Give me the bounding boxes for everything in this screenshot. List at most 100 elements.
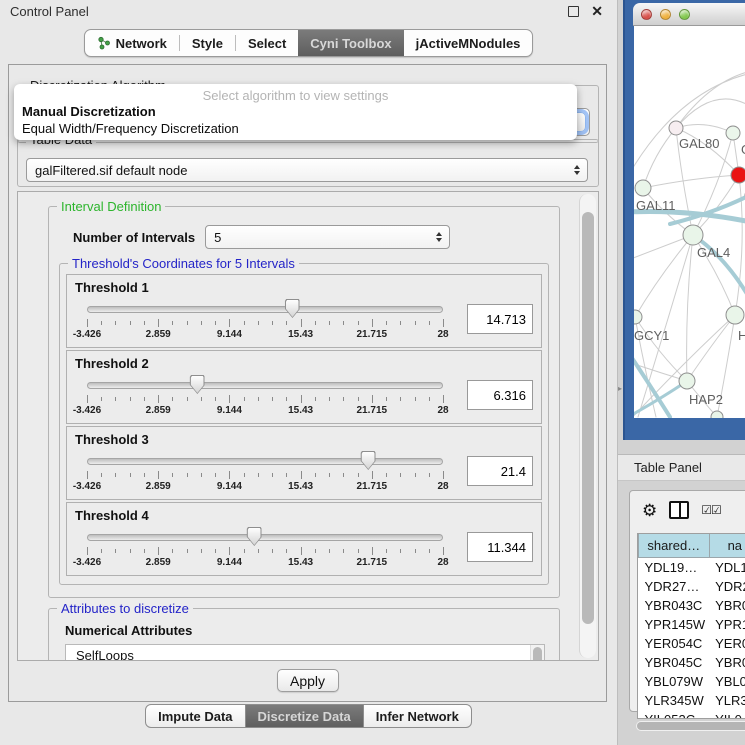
slider-tick xyxy=(272,397,273,401)
slider-thumb[interactable] xyxy=(247,527,262,546)
tab-impute-data[interactable]: Impute Data xyxy=(145,704,245,728)
network-node-gal80[interactable] xyxy=(669,121,683,135)
splitter-handle-icon[interactable]: ▸ xyxy=(618,384,622,393)
network-node-ga[interactable] xyxy=(726,126,740,140)
tab-select[interactable]: Select xyxy=(236,30,298,56)
dropdown-option-equal-width-frequency[interactable]: Equal Width/Frequency Discretization xyxy=(22,121,239,136)
tab-cyni-toolbox[interactable]: Cyni Toolbox xyxy=(298,30,403,56)
minimize-traffic-light[interactable] xyxy=(660,9,671,20)
threshold-3-value-field[interactable] xyxy=(467,456,533,486)
vertical-scrollbar[interactable] xyxy=(579,194,596,658)
table-row[interactable]: YDL19…YDL1 xyxy=(639,558,745,578)
threshold-list: Threshold 1 -3.4262.8599.14415.4321.71528… xyxy=(66,274,542,576)
horizontal-scrollbar[interactable] xyxy=(636,721,745,731)
slider-tick xyxy=(130,549,131,553)
attribute-item[interactable]: SelfLoops xyxy=(76,647,544,660)
network-node-gcy1[interactable] xyxy=(634,310,642,324)
settings-scroll-content: Interval Definition Number of Intervals … xyxy=(18,192,576,660)
close-icon[interactable]: ✕ xyxy=(591,4,603,18)
vertical-scrollbar-thumb[interactable] xyxy=(582,212,594,624)
slider-ruler xyxy=(87,471,443,480)
threshold-1-slider[interactable]: -3.4262.8599.14415.4321.71528 xyxy=(75,297,455,341)
slider-thumb[interactable] xyxy=(361,451,376,470)
slider-tick xyxy=(229,547,230,555)
threshold-1-value-field[interactable] xyxy=(467,304,533,334)
slider-tick xyxy=(187,321,188,325)
slider-tick-label: 21.715 xyxy=(357,557,388,568)
network-window-titlebar xyxy=(633,3,745,26)
threshold-1-label: Threshold 1 xyxy=(75,280,533,295)
threshold-4-value-field[interactable] xyxy=(467,532,533,562)
numerical-attributes-label: Numerical Attributes xyxy=(65,623,551,638)
table-row[interactable]: YBR043CYBR0 xyxy=(639,596,745,615)
column-header-shared-name[interactable]: shared… xyxy=(639,534,710,558)
close-traffic-light[interactable] xyxy=(641,9,652,20)
table-row[interactable]: YLR345WYLR3 xyxy=(639,691,745,710)
table-row[interactable]: YPR145WYPR1 xyxy=(639,615,745,634)
slider-tick xyxy=(272,473,273,477)
network-canvas[interactable]: GAL80GACGAL11GAL4GCY1HHAP2 xyxy=(634,26,745,418)
slider-tick xyxy=(315,321,316,325)
table-row[interactable]: YER054CYER0 xyxy=(639,634,745,653)
slider-thumb[interactable] xyxy=(285,299,300,318)
network-icon xyxy=(97,36,111,50)
network-node-label: GAL11 xyxy=(636,198,676,213)
table-row[interactable]: YIL052CYIL0 xyxy=(639,710,745,719)
tab-style[interactable]: Style xyxy=(180,30,235,56)
table-cell: YBR0 xyxy=(709,653,745,672)
slider-tick xyxy=(115,321,116,325)
tab-network-label: Network xyxy=(116,36,167,51)
slider-tick xyxy=(229,319,230,327)
table-cell: YIL052C xyxy=(639,710,710,719)
network-node-c[interactable] xyxy=(731,167,745,183)
table-row[interactable]: YDR27…YDR2 xyxy=(639,577,745,596)
network-node-gal4[interactable] xyxy=(683,225,703,245)
tab-jactivemnodules[interactable]: jActiveMNodules xyxy=(404,30,533,56)
network-node-label: GAL4 xyxy=(697,245,730,260)
slider-tick xyxy=(372,471,373,479)
table-cell: YBR045C xyxy=(639,653,710,672)
split-columns-icon[interactable] xyxy=(669,501,689,519)
horizontal-scrollbar-thumb[interactable] xyxy=(637,722,745,730)
slider-tick xyxy=(144,321,145,325)
slider-tick xyxy=(358,397,359,401)
float-window-icon[interactable] xyxy=(568,6,579,17)
number-of-intervals-select[interactable]: 5 xyxy=(205,225,450,249)
select-columns-icon[interactable]: ☑☑ xyxy=(701,503,721,517)
threshold-2-value-field[interactable] xyxy=(467,380,533,410)
column-header-name[interactable]: na xyxy=(709,534,745,558)
slider-tick xyxy=(386,549,387,553)
tab-style-label: Style xyxy=(192,36,223,51)
network-node[interactable] xyxy=(711,411,723,418)
slider-tick-label: 21.715 xyxy=(357,481,388,492)
zoom-traffic-light[interactable] xyxy=(679,9,690,20)
slider-tick xyxy=(215,549,216,553)
slider-thumb[interactable] xyxy=(190,375,205,394)
settings-scroll-panel: Interval Definition Number of Intervals … xyxy=(17,191,599,661)
network-node-label: HAP2 xyxy=(689,392,723,407)
network-node-gal11[interactable] xyxy=(635,180,651,196)
attribute-list-scrollbar[interactable] xyxy=(530,645,544,660)
network-node-hap2[interactable] xyxy=(679,373,695,389)
slider-tick xyxy=(301,471,302,479)
table-row[interactable]: YBR045CYBR0 xyxy=(639,653,745,672)
dropdown-option-manual-discretization[interactable]: Manual Discretization xyxy=(22,104,156,119)
interval-definition-group: Interval Definition Number of Intervals … xyxy=(48,206,560,598)
network-node-h[interactable] xyxy=(726,306,744,324)
slider-tick xyxy=(130,397,131,401)
tab-infer-network[interactable]: Infer Network xyxy=(363,704,472,728)
slider-tick-label: 15.43 xyxy=(288,481,313,492)
threshold-4-slider[interactable]: -3.4262.8599.14415.4321.71528 xyxy=(75,525,455,569)
apply-button[interactable]: Apply xyxy=(277,669,339,692)
gear-icon[interactable]: ⚙ xyxy=(642,502,657,519)
tab-discretize-data[interactable]: Discretize Data xyxy=(245,704,364,728)
tab-network[interactable]: Network xyxy=(85,30,179,56)
table-data-select[interactable]: galFiltered.sif default node xyxy=(26,158,588,182)
slider-tick-label: 21.715 xyxy=(357,405,388,416)
slider-tick xyxy=(429,321,430,325)
numerical-attributes-list[interactable]: SelfLoopsTopologicalCoefficientBetweenne… xyxy=(65,644,545,660)
threshold-3-slider[interactable]: -3.4262.8599.14415.4321.71528 xyxy=(75,449,455,493)
table-row[interactable]: YBL079WYBL0 xyxy=(639,672,745,691)
threshold-2-slider[interactable]: -3.4262.8599.14415.4321.71528 xyxy=(75,373,455,417)
slider-tick xyxy=(258,397,259,401)
